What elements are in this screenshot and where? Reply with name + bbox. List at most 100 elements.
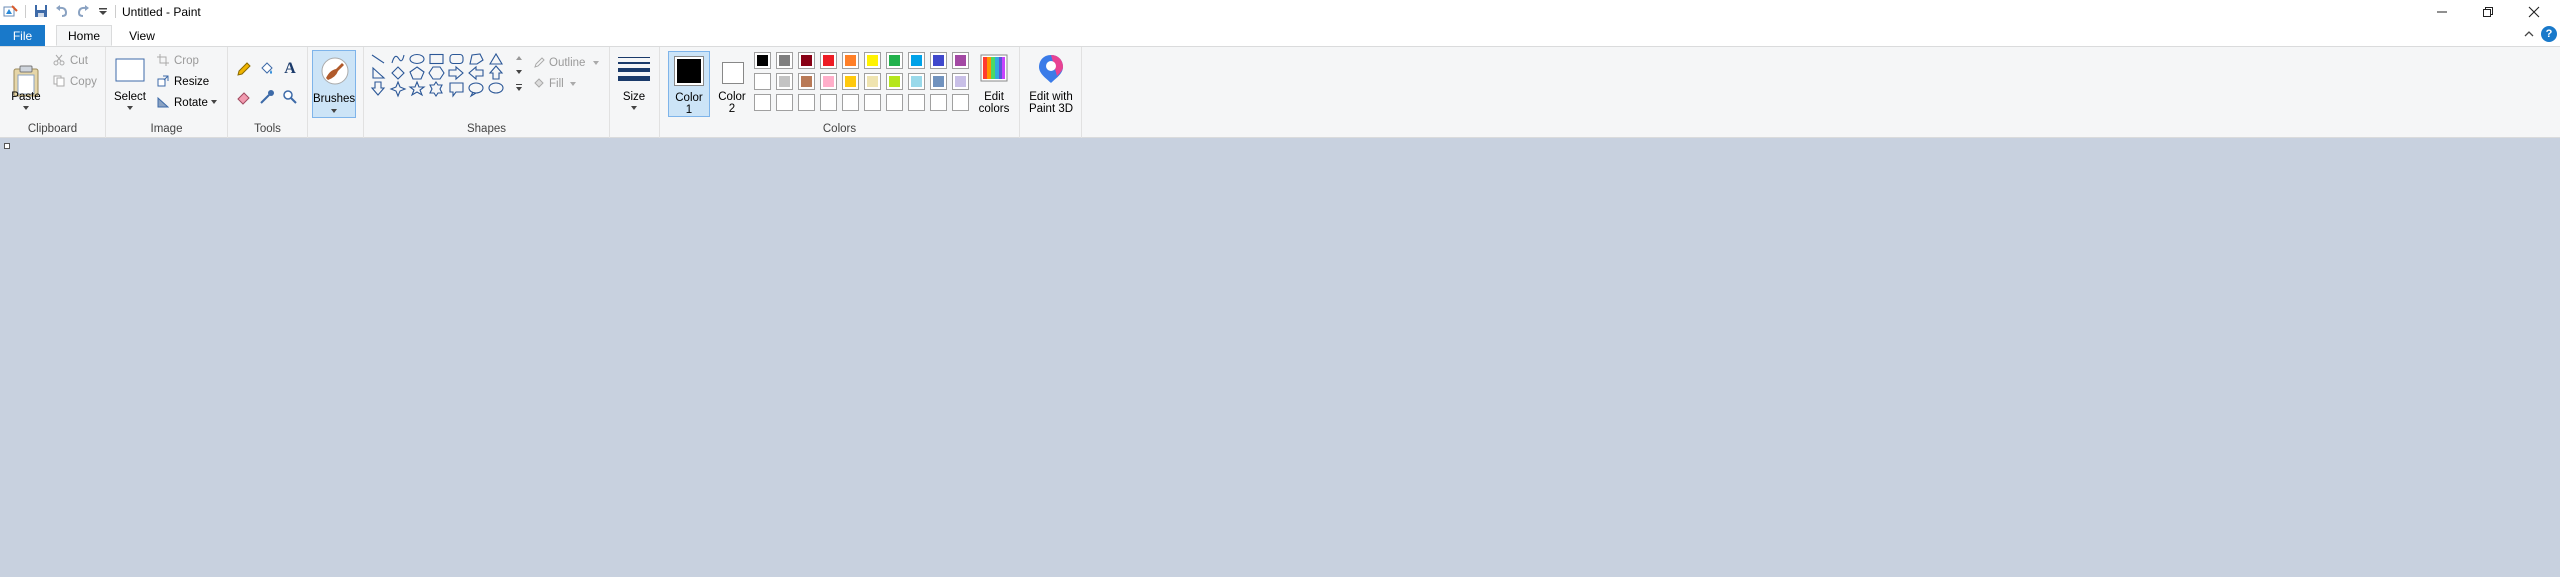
edit-colors-button[interactable]: Edit colors (974, 51, 1014, 117)
collapse-ribbon-icon[interactable] (2522, 27, 2536, 41)
fill-bucket-icon[interactable] (257, 59, 277, 79)
rotate-icon (156, 95, 170, 109)
rectangle-shape-icon[interactable] (429, 53, 444, 65)
palette-swatch-color (845, 76, 856, 87)
outline-button[interactable]: Outline (549, 57, 585, 69)
palette-swatch[interactable] (930, 73, 947, 90)
edit-with-paint3d-button[interactable]: Edit with Paint 3D (1024, 51, 1078, 117)
close-icon[interactable] (2511, 0, 2557, 23)
copy-button[interactable]: Copy (70, 76, 97, 88)
palette-swatch[interactable] (776, 73, 793, 90)
left-arrow-shape-icon[interactable] (468, 65, 484, 81)
four-point-star-shape-icon[interactable] (389, 80, 407, 98)
palette-swatch[interactable] (842, 73, 859, 90)
rotate-dropdown-icon[interactable] (210, 99, 218, 105)
oval-callout-shape-icon[interactable] (468, 82, 484, 98)
rounded-rectangle-shape-icon[interactable] (449, 53, 464, 65)
down-arrow-shape-icon[interactable] (370, 81, 386, 96)
six-point-star-shape-icon[interactable] (429, 81, 443, 97)
palette-swatch[interactable] (886, 94, 903, 111)
text-tool-icon[interactable]: A (280, 59, 300, 79)
palette-swatch[interactable] (842, 94, 859, 111)
diamond-shape-icon[interactable] (391, 66, 405, 80)
palette-swatch[interactable] (886, 52, 903, 69)
size-dropdown-icon[interactable] (629, 104, 639, 112)
shapes-scroll-up-icon[interactable] (514, 53, 524, 63)
canvas-resize-handle[interactable] (4, 143, 10, 149)
right-arrow-shape-icon[interactable] (448, 65, 464, 81)
palette-swatch[interactable] (952, 52, 969, 69)
eraser-icon[interactable] (234, 87, 254, 107)
palette-swatch[interactable] (886, 73, 903, 90)
tab-view[interactable]: View (118, 25, 166, 46)
undo-icon[interactable] (53, 2, 71, 20)
cloud-callout-shape-icon[interactable] (488, 82, 504, 94)
restore-icon[interactable] (2465, 0, 2511, 23)
tab-file[interactable]: File (0, 25, 45, 46)
palette-swatch[interactable] (864, 73, 881, 90)
palette-swatch[interactable] (952, 94, 969, 111)
palette-swatch[interactable] (820, 94, 837, 111)
palette-swatch[interactable] (820, 52, 837, 69)
color1-button[interactable]: Color 1 (668, 51, 710, 117)
palette-swatch[interactable] (842, 52, 859, 69)
color-picker-icon[interactable] (257, 87, 277, 107)
up-arrow-shape-icon[interactable] (488, 65, 504, 80)
save-icon[interactable] (32, 2, 50, 20)
palette-swatch[interactable] (864, 94, 881, 111)
palette-swatch[interactable] (908, 94, 925, 111)
pentagon-shape-icon[interactable] (409, 66, 425, 80)
select-dropdown-icon[interactable] (124, 104, 136, 112)
outline-dropdown-icon[interactable] (592, 60, 600, 66)
curve-shape-icon[interactable] (391, 54, 405, 64)
palette-swatch[interactable] (754, 52, 771, 69)
line-shape-icon[interactable] (371, 54, 385, 64)
palette-swatch[interactable] (908, 73, 925, 90)
palette-swatch[interactable] (908, 52, 925, 69)
color-palette (752, 51, 974, 117)
customize-quick-access-icon[interactable] (96, 2, 110, 20)
right-triangle-shape-icon[interactable] (372, 66, 386, 79)
palette-swatch[interactable] (776, 52, 793, 69)
shapes-more-icon[interactable] (514, 81, 524, 93)
palette-swatch[interactable] (930, 52, 947, 69)
oval-shape-icon[interactable] (409, 53, 425, 65)
palette-swatch[interactable] (754, 73, 771, 90)
color2-button[interactable]: Color 2 (712, 51, 754, 117)
fill-dropdown-icon[interactable] (569, 81, 577, 87)
minimize-icon[interactable] (2419, 0, 2465, 23)
paste-dropdown-icon[interactable] (20, 104, 32, 112)
pencil-icon[interactable] (234, 59, 254, 79)
rounded-callout-shape-icon[interactable] (449, 82, 464, 98)
hexagon-shape-icon[interactable] (428, 66, 445, 80)
palette-swatch[interactable] (952, 73, 969, 90)
palette-swatch[interactable] (864, 52, 881, 69)
canvas-area[interactable] (0, 139, 2560, 577)
palette-swatch[interactable] (754, 94, 771, 111)
crop-button[interactable]: Crop (174, 55, 199, 67)
tab-home[interactable]: Home (56, 25, 112, 46)
polygon-shape-icon[interactable] (469, 53, 484, 65)
palette-swatch[interactable] (930, 94, 947, 111)
palette-swatch[interactable] (798, 52, 815, 69)
triangle-shape-icon[interactable] (489, 52, 503, 65)
magnifier-icon[interactable] (280, 87, 300, 107)
rotate-button[interactable]: Rotate (174, 97, 208, 109)
palette-swatch-color (889, 97, 900, 108)
brushes-button[interactable]: Brushes (312, 50, 356, 118)
size-button[interactable] (616, 53, 652, 85)
shapes-scroll-down-icon[interactable] (514, 67, 524, 77)
resize-button[interactable]: Resize (174, 76, 209, 88)
paint-app-icon[interactable] (2, 2, 20, 20)
palette-swatch[interactable] (776, 94, 793, 111)
cut-button[interactable]: Cut (70, 55, 88, 67)
help-icon[interactable]: ? (2541, 26, 2557, 42)
five-point-star-shape-icon[interactable] (408, 80, 426, 97)
palette-swatch[interactable] (798, 94, 815, 111)
palette-swatch[interactable] (820, 73, 837, 90)
redo-icon[interactable] (74, 2, 92, 20)
select-button[interactable] (114, 55, 146, 85)
fill-button[interactable]: Fill (549, 78, 564, 90)
palette-swatch[interactable] (798, 73, 815, 90)
color2-label-line2: 2 (728, 103, 736, 115)
